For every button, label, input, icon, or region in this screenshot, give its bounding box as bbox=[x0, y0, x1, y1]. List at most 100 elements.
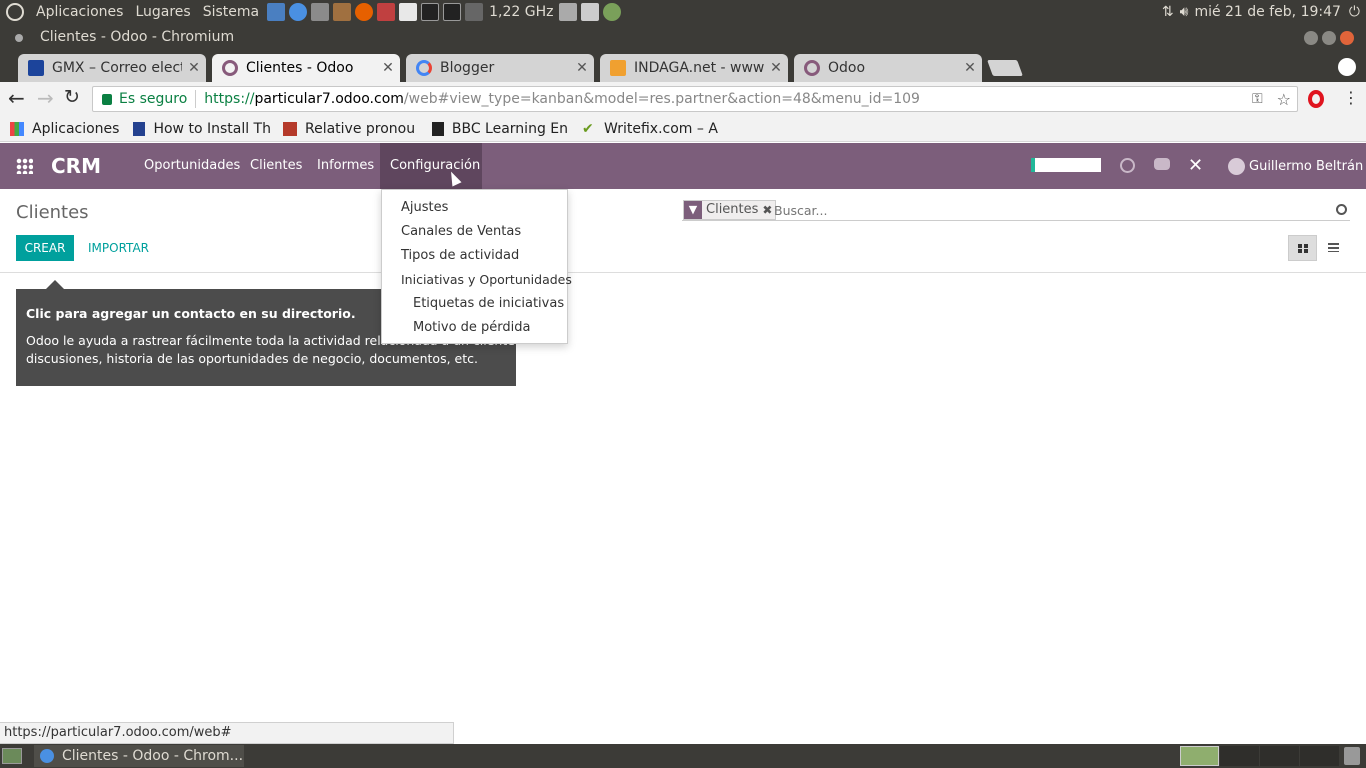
tab-clientes-odoo[interactable]: Clientes - Odoo ✕ bbox=[212, 54, 400, 82]
activity-clock-icon[interactable] bbox=[1120, 158, 1135, 173]
tab-blogger[interactable]: Blogger ✕ bbox=[406, 54, 594, 82]
config-dropdown-menu: Ajustes Canales de Ventas Tipos de activ… bbox=[381, 189, 572, 344]
kanban-view-button[interactable] bbox=[1288, 235, 1317, 261]
close-tab-icon[interactable]: ✕ bbox=[764, 60, 788, 76]
close-tab-icon[interactable]: ✕ bbox=[376, 60, 400, 76]
bookmark-relative-pronouns[interactable]: Relative pronou bbox=[283, 119, 419, 139]
tab-odoo[interactable]: Odoo ✕ bbox=[794, 54, 982, 82]
odoo-favicon-icon bbox=[804, 60, 820, 76]
menu-applications[interactable]: Aplicaciones bbox=[30, 0, 129, 24]
reload-icon[interactable]: ↻ bbox=[64, 86, 80, 108]
show-desktop-icon[interactable] bbox=[2, 748, 22, 764]
help-line-2: discusiones, historia de las oportunidad… bbox=[26, 351, 478, 366]
checkmark-icon: ✔ bbox=[582, 121, 594, 137]
minimize-button[interactable] bbox=[1304, 31, 1318, 45]
h-site-icon bbox=[133, 122, 146, 136]
workspace-switcher[interactable] bbox=[1180, 746, 1219, 766]
shield-crest-icon bbox=[283, 122, 297, 136]
close-tab-icon[interactable]: ✕ bbox=[570, 60, 594, 76]
forward-icon[interactable]: → bbox=[37, 86, 54, 110]
back-icon[interactable]: ← bbox=[8, 86, 25, 110]
new-tab-button[interactable] bbox=[987, 60, 1023, 76]
indaga-favicon-icon bbox=[610, 60, 626, 76]
opera-extension-icon[interactable] bbox=[1308, 90, 1324, 108]
close-tab-icon[interactable]: ✕ bbox=[182, 60, 206, 76]
clock[interactable]: mié 21 de feb, 19:47 bbox=[1194, 4, 1340, 20]
volume-icon[interactable]: 🔊︎ bbox=[1180, 4, 1189, 20]
breadcrumb: Clientes bbox=[16, 202, 89, 223]
dropdown-item-canales-ventas[interactable]: Canales de Ventas bbox=[401, 224, 521, 239]
app-name[interactable]: CRM bbox=[51, 154, 101, 178]
menu-configuracion[interactable]: Configuración bbox=[380, 143, 482, 189]
bookmark-apps[interactable]: Aplicaciones bbox=[10, 119, 119, 139]
link-status-bubble: https://particular7.odoo.com/web# bbox=[0, 722, 454, 744]
disk-icon[interactable] bbox=[559, 3, 578, 21]
document-icon[interactable] bbox=[267, 3, 286, 21]
dropdown-header-iniciativas: Iniciativas y Oportunidades bbox=[401, 272, 572, 287]
chromium-icon[interactable] bbox=[289, 3, 308, 21]
bookmark-how-to-install[interactable]: How to Install Th bbox=[133, 119, 271, 139]
text-editor-icon[interactable] bbox=[399, 3, 418, 21]
create-button[interactable]: CREAR bbox=[16, 235, 74, 261]
omnibox[interactable]: Es seguro https://particular7.odoo.com/w… bbox=[92, 86, 1298, 112]
dropdown-item-tipos-actividad[interactable]: Tipos de actividad bbox=[401, 248, 519, 263]
progress-widget[interactable] bbox=[1031, 158, 1101, 172]
profile-icon[interactable] bbox=[1338, 58, 1356, 76]
menu-system[interactable]: Sistema bbox=[197, 0, 265, 24]
window-menu-icon[interactable] bbox=[15, 34, 23, 42]
close-tab-icon[interactable]: ✕ bbox=[958, 60, 982, 76]
menu-informes[interactable]: Informes bbox=[307, 143, 384, 189]
bookmark-star-icon[interactable]: ☆ bbox=[1277, 90, 1291, 109]
user-name[interactable]: Guillermo Beltrán bbox=[1249, 159, 1363, 174]
import-button[interactable]: IMPORTAR bbox=[88, 241, 149, 255]
firefox-icon[interactable] bbox=[355, 3, 374, 21]
url-scheme[interactable]: https:// bbox=[204, 91, 254, 107]
search-input[interactable] bbox=[774, 201, 1314, 219]
menu-oportunidades[interactable]: Oportunidades bbox=[134, 143, 250, 189]
system-monitor-icon[interactable] bbox=[443, 3, 462, 21]
filter-facet[interactable]: ▼ Clientes ✖ bbox=[683, 200, 777, 220]
ubuntu-logo-icon[interactable] bbox=[6, 3, 24, 21]
debug-tools-icon[interactable]: ✕ bbox=[1188, 155, 1203, 176]
trash-icon[interactable] bbox=[1344, 747, 1360, 765]
workspace-switcher[interactable] bbox=[1260, 746, 1299, 766]
dropdown-item-etiquetas[interactable]: Etiquetas de iniciativas bbox=[413, 296, 564, 311]
chat-icon[interactable] bbox=[1154, 158, 1170, 170]
gmx-favicon-icon bbox=[28, 60, 44, 76]
key-icon[interactable]: ⚿ bbox=[1252, 91, 1263, 107]
workspace-switcher[interactable] bbox=[1300, 746, 1339, 766]
terminal-icon[interactable] bbox=[421, 3, 440, 21]
workspace-switcher[interactable] bbox=[1220, 746, 1259, 766]
taskbar-window-chromium[interactable]: Clientes - Odoo - Chrom... bbox=[34, 745, 244, 767]
bbc-icon bbox=[432, 122, 444, 136]
library-icon[interactable] bbox=[333, 3, 352, 21]
network-icon[interactable]: ⇅ bbox=[1162, 4, 1174, 20]
apps-menu-icon[interactable] bbox=[16, 158, 33, 174]
user-icon[interactable] bbox=[603, 3, 622, 21]
avatar[interactable] bbox=[1228, 158, 1245, 175]
lock-icon[interactable] bbox=[102, 93, 112, 105]
secure-label[interactable]: Es seguro bbox=[119, 91, 187, 107]
power-icon[interactable]: ⏻ bbox=[1349, 4, 1360, 20]
search-bar[interactable]: ▼ Clientes ✖ bbox=[682, 200, 1350, 221]
close-window-button[interactable] bbox=[1340, 31, 1354, 45]
cpu-icon bbox=[465, 3, 484, 21]
menu-places[interactable]: Lugares bbox=[129, 0, 196, 24]
bookmark-writefix[interactable]: ✔ Writefix.com – A bbox=[582, 119, 720, 139]
url-host[interactable]: particular7.odoo.com bbox=[254, 91, 403, 107]
screenshot-icon[interactable] bbox=[581, 3, 600, 21]
download-icon[interactable] bbox=[377, 3, 396, 21]
tab-gmx[interactable]: GMX – Correo electrónico ✕ bbox=[18, 54, 206, 82]
bookmark-bbc-learning[interactable]: BBC Learning En bbox=[432, 119, 568, 139]
maximize-button[interactable] bbox=[1322, 31, 1336, 45]
menu-clientes[interactable]: Clientes bbox=[240, 143, 312, 189]
dropdown-item-motivo-perdida[interactable]: Motivo de pérdida bbox=[413, 320, 531, 335]
search-icon[interactable] bbox=[1336, 204, 1347, 215]
url-path[interactable]: /web#view_type=kanban&model=res.partner&… bbox=[404, 91, 920, 107]
browser-menu-icon[interactable]: ⋮ bbox=[1343, 88, 1359, 107]
taskbar-window-label: Clientes - Odoo - Chrom... bbox=[62, 748, 244, 764]
dropdown-item-ajustes[interactable]: Ajustes bbox=[401, 200, 448, 215]
app-launcher-icon[interactable] bbox=[311, 3, 330, 21]
tab-indaga[interactable]: INDAGA.net - www ✕ bbox=[600, 54, 788, 82]
list-view-button[interactable] bbox=[1318, 235, 1350, 261]
